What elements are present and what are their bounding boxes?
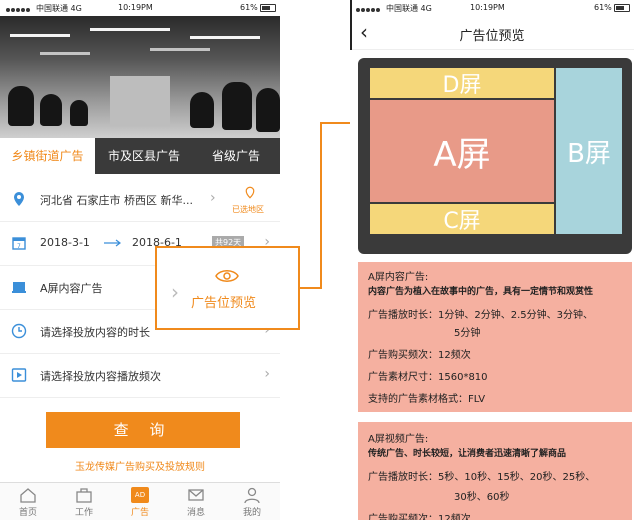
nav-label: 工作 [74, 508, 93, 518]
screen-layout-preview: D屏 A屏 C屏 B屏 [358, 58, 632, 254]
duration-info-cont: 30秒、60秒 [454, 492, 510, 503]
chevron-right-icon: › [264, 366, 270, 382]
battery-icon [614, 4, 630, 12]
frequency-placeholder: 请选择投放内容播放频次 [40, 370, 161, 383]
card-subtitle: 传统广告、时长较短，让消费者迅速清晰了解商品 [368, 449, 567, 459]
frequency-info: 广告购买频次：12频次 [368, 514, 471, 520]
status-bar: 中国联通 4G 10:19PM 61% [350, 0, 634, 16]
bottom-nav: 首页 工作 AD 广告 消息 我的 [0, 482, 280, 520]
nav-messages[interactable]: 消息 [168, 483, 224, 520]
screen-b: B屏 [556, 68, 622, 234]
tab-town[interactable]: 乡镇街道广告 [0, 138, 95, 174]
page-header: ‹ 广告位预览 [350, 16, 634, 50]
clock-icon [11, 323, 27, 339]
nav-label: 首页 [18, 508, 37, 518]
eye-icon [215, 270, 239, 282]
home-icon [20, 488, 36, 503]
tab-city[interactable]: 市及区县广告 [98, 138, 190, 174]
user-icon [244, 487, 260, 503]
screen-d: D屏 [370, 68, 554, 98]
nav-home[interactable]: 首页 [0, 483, 56, 520]
content-ad-card: A屏内容广告: 内容广告为植入在故事中的广告，具有一定情节和观赏性 广告播放时长… [358, 262, 632, 412]
chevron-right-icon: › [171, 280, 179, 304]
card-title: A屏视频广告: [368, 434, 429, 445]
nav-profile[interactable]: 我的 [224, 483, 280, 520]
carrier-text: 中国联通 4G [386, 4, 432, 13]
tab-province[interactable]: 省级广告 [192, 138, 280, 174]
right-phone-screen: 中国联通 4G 10:19PM 61% ‹ 广告位预览 D屏 A屏 C屏 B屏 … [350, 0, 634, 520]
video-ad-card: A屏视频广告: 传统广告、时长较短，让消费者迅速清晰了解商品 广告播放时长：5秒… [358, 422, 632, 520]
nav-label: 消息 [186, 508, 205, 518]
connector-line [320, 122, 322, 289]
duration-placeholder: 请选择投放内容的时长 [40, 326, 150, 339]
selected-region-badge[interactable]: 已选地区 [232, 204, 264, 215]
calendar-icon: 7 [12, 237, 26, 250]
briefcase-icon [76, 488, 92, 503]
duration-info: 广告播放时长：5秒、10秒、15秒、20秒、25秒、 [368, 472, 596, 483]
chevron-right-icon: › [210, 190, 216, 206]
svg-text:7: 7 [17, 243, 21, 250]
play-icon [11, 368, 27, 382]
query-button[interactable]: 查 询 [46, 412, 240, 448]
nav-work[interactable]: 工作 [56, 483, 112, 520]
duration-info: 广告播放时长：1分钟、2分钟、2.5分钟、3分钟、 [368, 310, 593, 321]
connector-line [300, 287, 322, 289]
battery-percent: 61% [240, 3, 258, 12]
mail-icon [188, 489, 204, 501]
region-tabs: 乡镇街道广告 市及区县广告 省级广告 [0, 138, 280, 174]
status-bar: 中国联通 4G 10:19PM 61% [0, 0, 280, 16]
phone-edge [350, 0, 352, 50]
signal-icon [356, 5, 382, 12]
carrier-text: 中国联通 4G [36, 4, 82, 13]
duration-info-cont: 5分钟 [454, 328, 481, 339]
date-arrow-icon [104, 239, 121, 247]
ad-type-text: A屏内容广告 [40, 282, 103, 295]
screen-c: C屏 [370, 204, 554, 234]
nav-label: 广告 [130, 508, 149, 518]
frequency-row[interactable]: 请选择投放内容播放频次 › [0, 354, 280, 398]
book-icon [12, 282, 26, 293]
location-row[interactable]: 河北省 石家庄市 桥西区 新华... › 已选地区 [0, 178, 280, 222]
pin-outline-icon [245, 186, 255, 199]
popup-label: 广告位预览 [191, 296, 257, 311]
location-text: 河北省 石家庄市 桥西区 新华... [40, 194, 193, 207]
frequency-info: 广告购买频次：12频次 [368, 350, 471, 361]
ad-icon: AD [131, 487, 149, 503]
start-date: 2018-3-1 [40, 236, 90, 249]
battery-icon [260, 4, 276, 12]
status-time: 10:19PM [118, 3, 153, 12]
screen-a: A屏 [370, 100, 554, 202]
location-pin-icon [14, 192, 24, 206]
battery-percent: 61% [594, 3, 612, 12]
size-info: 广告素材尺寸：1560*810 [368, 372, 488, 383]
signal-icon [6, 5, 32, 12]
page-title: 广告位预览 [459, 29, 525, 44]
card-title: A屏内容广告: [368, 272, 429, 283]
connector-line [320, 122, 350, 124]
nav-label: 我的 [242, 508, 261, 518]
rules-link[interactable]: 玉龙传媒广告购买及投放规则 [0, 458, 280, 473]
format-info: 支持的广告素材格式：FLV [368, 394, 486, 405]
ad-preview-popup[interactable]: › 广告位预览 [155, 246, 300, 330]
nav-ad[interactable]: AD 广告 [112, 483, 168, 520]
status-time: 10:19PM [470, 3, 505, 12]
card-subtitle: 内容广告为植入在故事中的广告，具有一定情节和观赏性 [368, 287, 594, 297]
banner-image [0, 16, 280, 138]
